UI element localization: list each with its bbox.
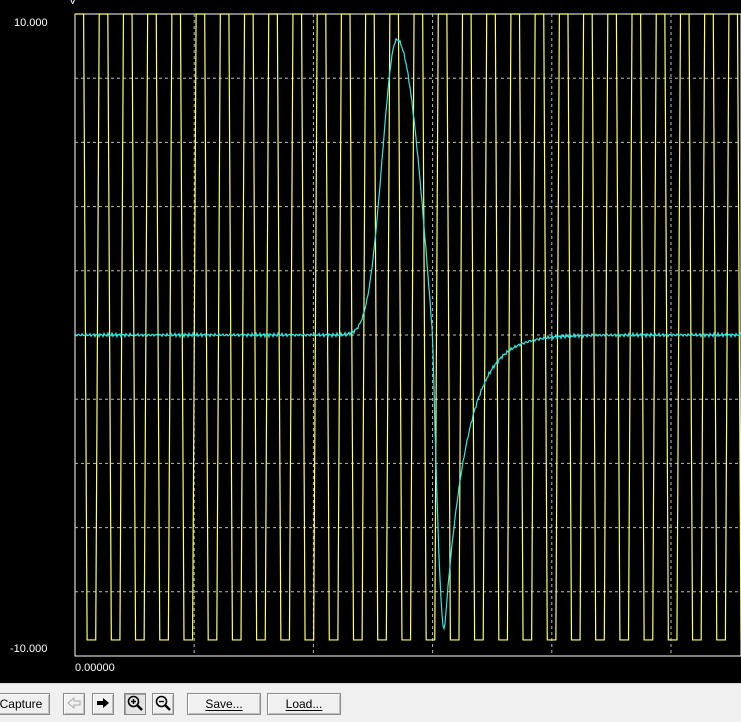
save-button-label: Save...	[205, 697, 243, 711]
zoom-out-icon	[155, 695, 171, 714]
y-unit-label: V	[69, 0, 77, 7]
zoom-out-button[interactable]	[152, 693, 174, 715]
forward-button[interactable]	[92, 693, 114, 715]
y-max-label: 10.000	[14, 17, 48, 29]
arrow-right-icon	[96, 697, 110, 712]
oscilloscope-plot: V 10.000 -10.000 0.00000	[0, 0, 741, 683]
capture-button[interactable]: Capture	[0, 693, 50, 715]
zoom-in-button[interactable]	[124, 693, 146, 715]
arrow-left-icon	[67, 696, 81, 712]
back-button[interactable]	[63, 693, 85, 715]
load-button-label: Load...	[285, 697, 323, 711]
toolbar: Capture Save... Load...	[0, 683, 741, 722]
load-button[interactable]: Load...	[267, 693, 341, 715]
y-min-label: -10.000	[10, 643, 48, 655]
plot-canvas	[74, 13, 741, 657]
x-start-label: 0.00000	[75, 662, 115, 674]
square-wave-trace	[75, 13, 741, 641]
save-button[interactable]: Save...	[187, 693, 261, 715]
capture-button-label: Capture	[0, 697, 43, 711]
zoom-in-icon	[127, 695, 143, 714]
